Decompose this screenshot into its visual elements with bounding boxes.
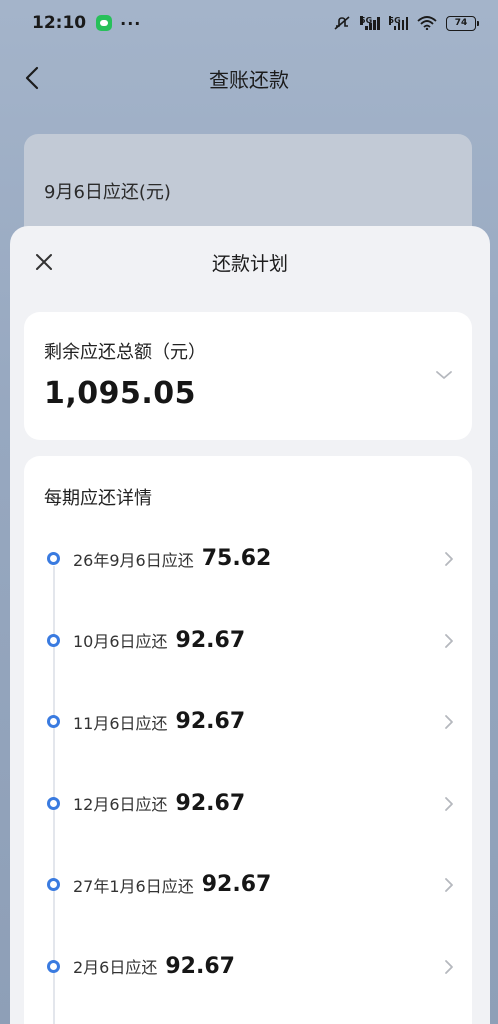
timeline-dot-icon (47, 633, 60, 647)
sheet-title: 还款计划 (211, 252, 288, 275)
chevron-right-icon (445, 633, 453, 648)
chevron-right-icon (445, 959, 453, 974)
mute-icon (334, 16, 350, 30)
installment-row[interactable]: 2月6日应还 92.67 (24, 926, 472, 1008)
timeline-dot-icon (47, 878, 60, 891)
repayment-plan-sheet: 还款计划 剩余应还总额（元） 1,095.05 每期应还详情 26年9月6日应还… (10, 226, 490, 1024)
installment-row[interactable]: 12月6日应还 92.67 (24, 763, 472, 845)
installment-date: 10月6日应还 (73, 632, 168, 652)
timeline-dot-icon (47, 796, 60, 810)
status-time: 12:10 (32, 13, 87, 33)
chevron-left-icon (25, 66, 39, 90)
nav-bar: 查账还款 (0, 50, 498, 106)
installment-amount: 92.67 (175, 709, 246, 735)
timeline-dot-icon (47, 959, 60, 973)
sheet-header: 还款计划 (10, 226, 490, 298)
remaining-total-card[interactable]: 剩余应还总额（元） 1,095.05 (24, 312, 472, 440)
installment-row[interactable]: 10月6日应还 92.67 (24, 600, 472, 682)
installment-amount: 75.62 (201, 546, 272, 572)
installment-amount: 92.67 (165, 953, 235, 979)
chevron-right-icon (445, 715, 453, 729)
installment-date: 26年9月6日应还 (73, 550, 194, 570)
installment-details-title: 每期应还详情 (44, 488, 152, 509)
network-type-2: 5G (388, 16, 401, 25)
installment-row[interactable]: 27年1月6日应还 92.67 (24, 844, 472, 926)
chat-notification-icon (96, 15, 113, 31)
page-title: 查账还款 (209, 67, 289, 92)
installment-amount: 92.67 (175, 790, 246, 816)
remaining-total-label: 剩余应还总额（元） (44, 342, 206, 363)
wifi-icon (417, 16, 437, 30)
chevron-right-icon (445, 552, 453, 566)
status-more-dots: ··· (120, 13, 142, 33)
chevron-right-icon (445, 796, 453, 811)
close-button[interactable] (32, 250, 56, 274)
chevron-right-icon (445, 878, 453, 892)
timeline-dot-icon (47, 715, 60, 728)
installment-details-card: 每期应还详情 26年9月6日应还 75.62 10月6日应还 92.67 11月… (24, 456, 472, 1024)
signal-1-icon: 5G (360, 16, 380, 30)
network-type-1: 5G (360, 16, 373, 25)
installment-date: 12月6日应还 (73, 795, 168, 815)
installment-row[interactable]: 26年9月6日应还 75.62 (24, 518, 472, 600)
installment-list: 26年9月6日应还 75.62 10月6日应还 92.67 11月6日应还 92… (24, 518, 472, 1007)
remaining-total-amount: 1,095.05 (44, 376, 197, 411)
installment-amount: 92.67 (175, 627, 246, 653)
status-indicators: 5G 5G 74 (333, 15, 479, 31)
installment-amount: 92.67 (201, 872, 272, 898)
installment-row[interactable]: 11月6日应还 92.67 (24, 681, 472, 763)
back-button[interactable] (18, 64, 46, 92)
installment-date: 11月6日应还 (73, 713, 168, 733)
status-bar: 12:10 ··· 5G 5G 74 (0, 0, 498, 46)
timeline-dot-icon (47, 552, 60, 565)
signal-2-icon: 5G (388, 16, 408, 30)
chevron-down-icon[interactable] (434, 368, 454, 382)
close-icon (36, 254, 52, 270)
due-amount-label: 9月6日应还(元) (44, 182, 171, 203)
battery-icon: 74 (446, 15, 479, 31)
installment-date: 27年1月6日应还 (73, 876, 194, 896)
installment-date: 2月6日应还 (73, 958, 158, 978)
